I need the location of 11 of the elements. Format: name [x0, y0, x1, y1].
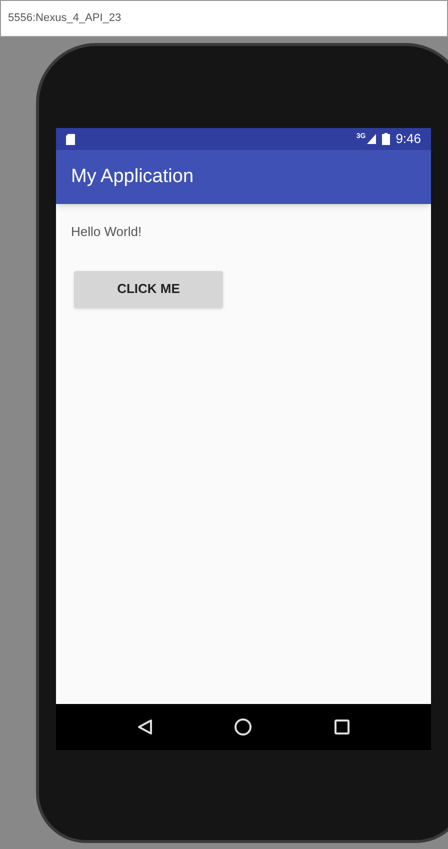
- clock-time: 9:46: [396, 130, 421, 148]
- back-icon[interactable]: [136, 719, 153, 735]
- sd-card-icon: [66, 134, 75, 144]
- hello-text: Hello World!: [71, 223, 143, 241]
- window-title: 5556:Nexus_4_API_23: [8, 11, 122, 26]
- signal-icon: [366, 134, 376, 144]
- battery-icon: [382, 133, 390, 145]
- recent-apps-icon[interactable]: [334, 719, 350, 735]
- click-me-button[interactable]: CLICK ME: [74, 270, 223, 308]
- app-title: My Application: [71, 164, 194, 189]
- home-icon[interactable]: [234, 718, 252, 736]
